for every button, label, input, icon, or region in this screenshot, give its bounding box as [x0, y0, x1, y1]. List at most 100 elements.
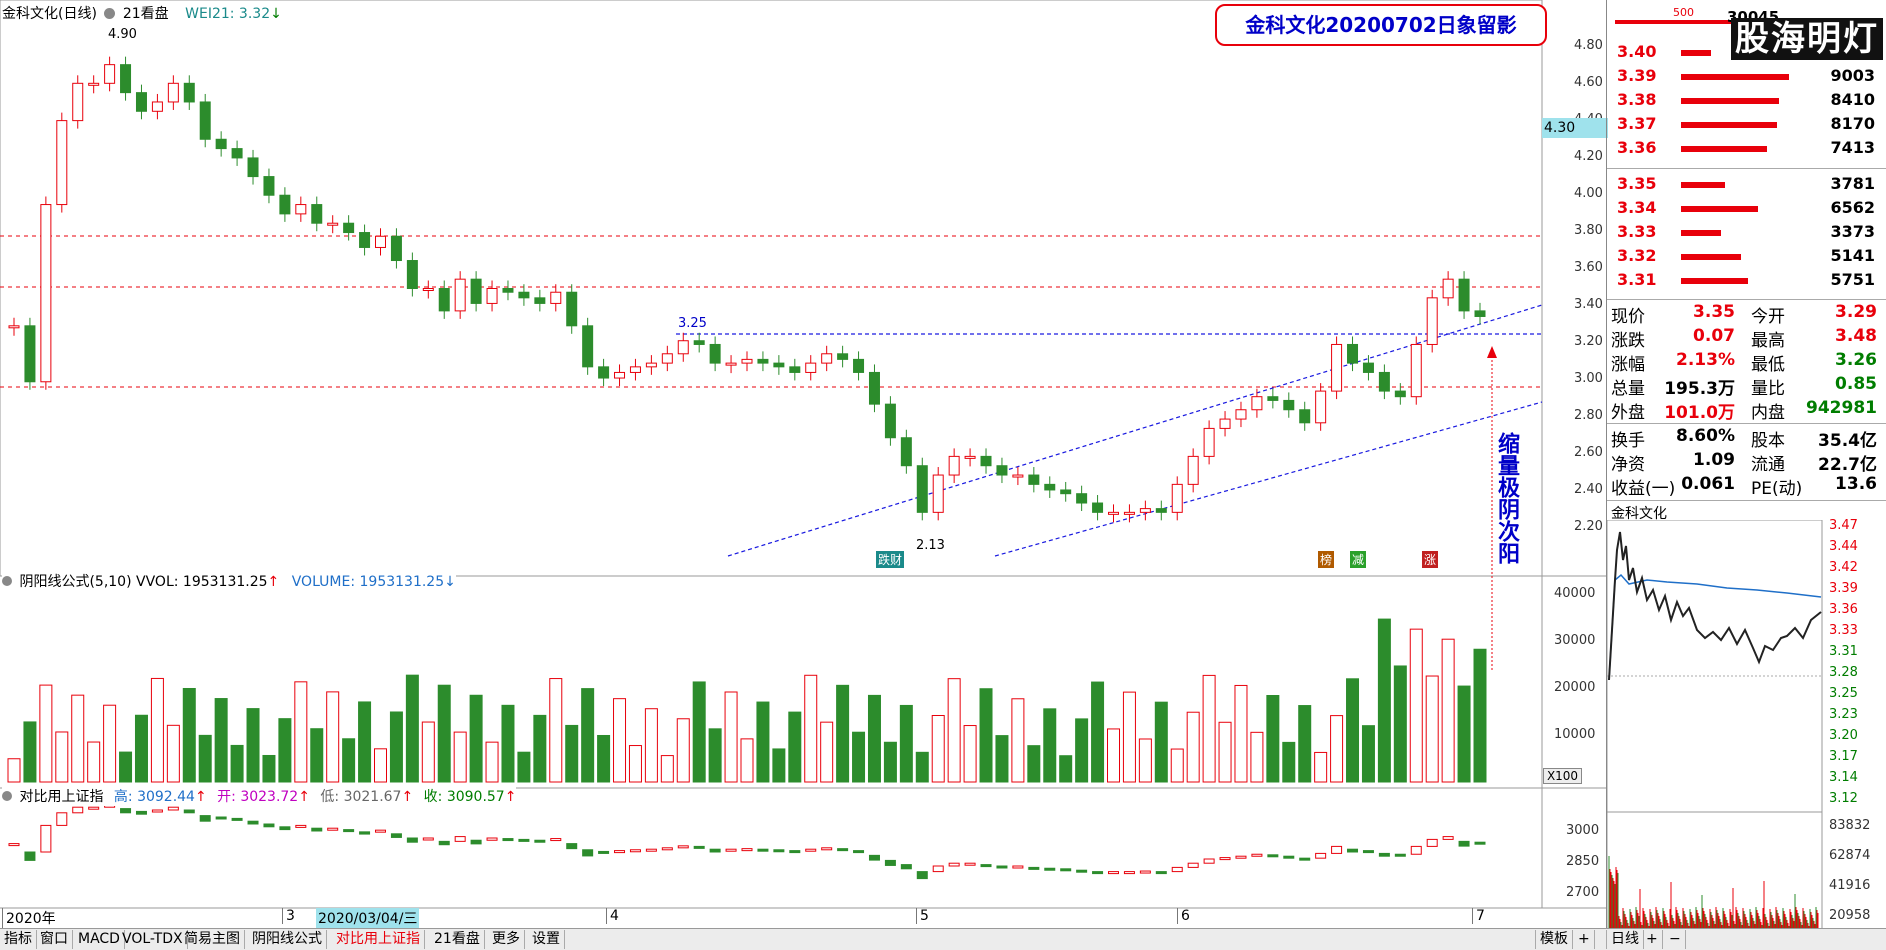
index-candle	[964, 862, 976, 866]
volume-bar	[947, 678, 961, 783]
index-candle	[693, 845, 705, 849]
volume-unit: X100	[1543, 768, 1582, 784]
quote-value: 0.07	[1693, 326, 1735, 346]
date-label: 2020年	[2, 908, 56, 928]
circle-icon[interactable]	[104, 8, 116, 19]
candle	[757, 358, 769, 364]
quote-value: 35.4亿	[1818, 431, 1877, 451]
index-candle	[1203, 858, 1215, 864]
volume-bar	[182, 687, 196, 783]
tab-5[interactable]: 阴阳线公式	[248, 930, 327, 949]
candle	[1092, 502, 1104, 513]
tab-7[interactable]: 21看盘	[430, 930, 485, 949]
candle	[1474, 310, 1486, 317]
index-candle	[470, 839, 482, 845]
volume-bar	[931, 714, 945, 783]
quote-value: 13.6	[1835, 474, 1877, 494]
book-volume: 6562	[1830, 198, 1875, 217]
tab-6[interactable]: 对比用上证指	[332, 930, 425, 949]
index-candle	[406, 837, 418, 843]
candle	[375, 235, 386, 248]
index-candle	[1474, 841, 1486, 845]
volume-bar	[804, 674, 818, 783]
tab-1[interactable]: 窗口	[36, 930, 73, 949]
ask-row: 3.36 7413	[1615, 138, 1879, 160]
volume-bar	[1138, 738, 1152, 783]
tab-9[interactable]: 设置	[528, 930, 565, 949]
ask-book: 3.40 3.39 9003 3.38 8410 3.37 8170 3.36 7413	[1607, 42, 1886, 162]
intraday-volume-tick: 41916	[1829, 878, 1871, 893]
index-candle	[1012, 865, 1024, 869]
quote-row: 换手 8.60% 股本 35.4亿	[1609, 426, 1881, 451]
candle	[167, 82, 179, 103]
candle	[661, 353, 673, 364]
candle	[821, 353, 833, 364]
volume-tick: 40000	[1554, 586, 1596, 601]
index-candle	[1108, 871, 1119, 875]
candle	[1108, 511, 1119, 515]
book-volume: 8410	[1830, 90, 1875, 109]
index-candle	[614, 850, 626, 854]
intraday-chart[interactable]	[1607, 520, 1823, 930]
index-title: 对比用上证指	[19, 789, 104, 805]
ask-row: 3.39 9003	[1615, 66, 1879, 88]
template-tab[interactable]: 模板	[1535, 930, 1573, 949]
marker-diecai[interactable]: 跌财	[876, 551, 905, 568]
candle	[1362, 362, 1374, 373]
volume-bar	[597, 734, 611, 783]
quote-row: 现价 3.35 今开 3.29	[1609, 302, 1881, 327]
daily-period-tab[interactable]: 日线	[1606, 930, 1644, 949]
index-candle	[422, 837, 434, 841]
tab-4[interactable]: 简易主图	[180, 930, 245, 949]
current-price-tag: 4.30	[1542, 118, 1608, 138]
circle-icon[interactable]	[2, 791, 12, 801]
volume-bar	[644, 708, 658, 783]
circle-icon[interactable]	[2, 576, 12, 586]
quote-table: 现价 3.35 今开 3.29 涨跌 0.07 最高 3.48 涨幅 2.13% 最低 3.26 总量 1…	[1607, 302, 1886, 432]
add-tab[interactable]: +	[1574, 930, 1595, 949]
main-chart-area[interactable]: 金科文化(日线) 21看盘 WEI21: 3.32↓ 金科文化20200702日…	[0, 0, 1608, 930]
book-volume-bar	[1681, 206, 1758, 212]
volume-axis: 40000 30000 20000 10000	[1544, 576, 1604, 788]
book-volume-bar	[1681, 182, 1725, 188]
index-candle	[1331, 845, 1343, 854]
quote-label: 总量	[1611, 379, 1645, 399]
index-candle	[1426, 838, 1438, 847]
index-candle	[327, 827, 339, 831]
zoom-out-button[interactable]: −	[1665, 930, 1686, 949]
index-panel-header: 对比用上证指 高: 3092.44↑ 开: 3023.72↑ 低: 3021.6…	[2, 786, 517, 806]
intraday-volume-tick: 83832	[1829, 818, 1871, 833]
volume-bar	[1234, 684, 1248, 783]
tab-0[interactable]: 指标	[0, 930, 37, 949]
price-tick: 2.60	[1574, 445, 1603, 460]
candle	[582, 325, 594, 368]
tab-8[interactable]: 更多	[488, 930, 525, 949]
book-volume-bar	[1681, 74, 1789, 80]
index-candle	[1251, 853, 1263, 857]
index-candle	[582, 849, 594, 857]
zoom-in-button[interactable]: +	[1642, 930, 1663, 949]
volume-bar	[262, 754, 276, 783]
book-volume: 9003	[1830, 66, 1875, 85]
book-volume: 7413	[1830, 138, 1875, 157]
index-candle	[438, 840, 450, 846]
marker-bang[interactable]: 榜	[1318, 551, 1335, 568]
volume-bar	[310, 728, 324, 783]
marker-jian[interactable]: 减	[1350, 551, 1367, 568]
volume-bar	[39, 684, 53, 783]
tab-3[interactable]: VOL-TDX	[118, 930, 188, 949]
candle	[470, 278, 482, 304]
quote-row: 净资 1.09 流通 22.7亿	[1609, 450, 1881, 475]
index-candle	[1347, 848, 1359, 853]
book-volume: 5141	[1830, 246, 1875, 265]
candle	[1219, 418, 1231, 429]
marker-zhang[interactable]: 涨	[1422, 551, 1439, 568]
index-candle	[1139, 870, 1151, 874]
volume-bar	[1250, 731, 1264, 783]
candle	[24, 325, 36, 383]
index-candle	[1060, 868, 1072, 872]
volume-bar	[485, 741, 499, 783]
index-candle	[167, 806, 179, 811]
ask-row: 3.40	[1615, 42, 1879, 64]
intraday-volume-tick: 62874	[1829, 848, 1871, 863]
